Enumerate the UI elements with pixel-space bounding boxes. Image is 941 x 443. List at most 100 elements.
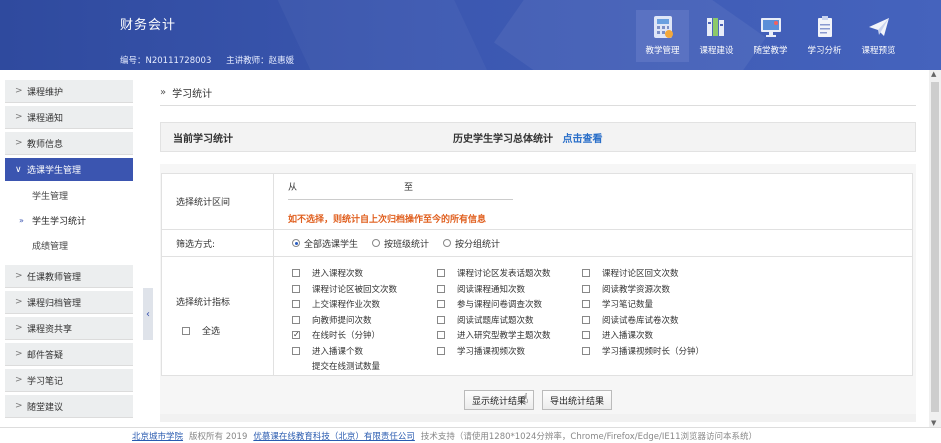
nav-course-preview[interactable]: 课程预览 <box>852 10 905 62</box>
metric-checkbox[interactable]: 课程讨论区回文次数 <box>582 267 727 279</box>
sidebar-item-course-maintenance[interactable]: > 课程维护 <box>5 80 133 103</box>
checkbox-box <box>582 315 590 324</box>
clipboard-icon <box>812 14 838 40</box>
calculator-icon <box>650 14 676 40</box>
nav-learning-analysis[interactable]: 学习分析 <box>798 10 851 62</box>
scrollbar-thumb[interactable] <box>931 82 939 412</box>
nav-teaching-management[interactable]: 教学管理 <box>636 10 689 62</box>
paper-plane-icon <box>866 14 892 40</box>
main-content: » 学习统计 当前学习统计 历史学生学习总体统计 点击查看 选择统计区间 从 至 <box>160 80 916 420</box>
sidebar-item-email-qa[interactable]: > 邮件答疑 <box>5 343 133 366</box>
metric-label: 向教师提问次数 <box>312 315 372 326</box>
metric-checkbox[interactable]: 进入研究型教学主题次数 <box>437 329 582 341</box>
nav-label: 学习分析 <box>807 46 842 56</box>
metric-checkbox[interactable]: 阅读试题库试题次数 <box>437 314 582 326</box>
sidebar-subitem-grade-manage[interactable]: 成绩管理 <box>5 233 133 258</box>
metric-checkbox[interactable]: 进入播课次数 <box>582 329 727 341</box>
scroll-up-icon[interactable]: ▲ <box>931 70 936 78</box>
stats-header-bar: 当前学习统计 历史学生学习总体统计 点击查看 <box>160 122 916 152</box>
metrics-grid: 进入课程次数 课程讨论区发表话题次数 课程讨论区回文次数 课程讨论区被回文次数 … <box>292 267 912 372</box>
chevron-right-icon: > <box>15 323 23 333</box>
sidebar-item-course-notice[interactable]: > 课程通知 <box>5 106 133 129</box>
metric-checkbox[interactable]: 进入课程次数 <box>292 267 437 279</box>
sidebar-item-teacher-info[interactable]: > 教师信息 <box>5 132 133 155</box>
history-stats: 历史学生学习总体统计 点击查看 <box>453 130 602 145</box>
sidebar-item-student-management[interactable]: ∨ 选课学生管理 <box>5 158 133 181</box>
metric-label: 课程讨论区回文次数 <box>602 269 679 279</box>
checkbox-box <box>292 346 300 355</box>
checkbox-box <box>437 284 445 293</box>
metric-label: 课程讨论区发表话题次数 <box>457 269 551 279</box>
filter-cell: 全部选课学生 按班级统计 按分组统计 <box>273 229 913 257</box>
footer-company-link[interactable]: 优慕课在线教育科技（北京）有限责任公司 <box>253 430 415 442</box>
radio-by-class[interactable]: 按班级统计 <box>372 237 429 250</box>
radio-all-students[interactable]: 全部选课学生 <box>292 237 358 250</box>
sidebar-item-class-suggestions[interactable]: > 随堂建议 <box>5 395 133 418</box>
metric-label: 学习播课视频时长（分钟） <box>602 346 705 357</box>
course-code: 编号：N20111728003 <box>120 56 212 66</box>
checkbox-box <box>582 269 590 277</box>
checkbox-box <box>292 315 300 324</box>
history-stats-link[interactable]: 点击查看 <box>562 134 602 145</box>
chevron-right-icon: > <box>15 86 23 96</box>
sidebar: > 课程维护 > 课程通知 > 教师信息 ∨ 选课学生管理 学生管理 » 学生学… <box>5 80 133 421</box>
double-chevron-icon: » <box>160 87 167 98</box>
checkbox-box <box>582 346 590 355</box>
metric-checkbox[interactable]: 向教师提问次数 <box>292 314 437 326</box>
sidebar-item-label: 课程维护 <box>27 87 64 98</box>
metric-checkbox[interactable]: ✓ 在线时长（分钟） <box>292 329 437 341</box>
to-label: 至 <box>404 183 414 193</box>
radio-dot <box>372 239 381 247</box>
metrics-label-cell: 选择统计指标 全选 <box>161 256 274 376</box>
action-buttons: 显示统计结果 导出统计结果 <box>160 390 916 410</box>
metric-label: 学习笔记数量 <box>602 300 654 310</box>
nav-classroom-teaching[interactable]: 随堂教学 <box>744 10 797 62</box>
date-range-input[interactable] <box>288 199 513 200</box>
sidebar-item-label: 教师信息 <box>27 139 64 150</box>
sidebar-subitem-student-manage[interactable]: 学生管理 <box>5 183 133 208</box>
sidebar-item-teacher-management[interactable]: > 任课教师管理 <box>5 265 133 288</box>
select-all-checkbox[interactable]: 全选 <box>176 324 273 337</box>
sidebar-subitem-learning-stats[interactable]: » 学生学习统计 <box>5 208 133 233</box>
metric-checkbox[interactable]: 参与课程问卷调查次数 <box>437 298 582 310</box>
metric-checkbox[interactable]: 学习笔记数量 <box>582 298 727 310</box>
chevron-right-icon: > <box>15 375 23 385</box>
sidebar-item-study-notes[interactable]: > 学习笔记 <box>5 369 133 392</box>
footer-school-link[interactable]: 北京城市学院 <box>132 430 183 442</box>
checkbox-box <box>437 300 445 308</box>
metric-checkbox[interactable]: 阅读教学资源次数 <box>582 283 727 295</box>
filter-label: 筛选方式: <box>161 229 274 257</box>
course-title: 财务会计 <box>120 18 177 33</box>
footer-rights: 版权所有 2019 <box>189 431 248 442</box>
breadcrumb: » 学习统计 <box>160 80 916 106</box>
metric-checkbox[interactable]: 学习播课视频时长（分钟） <box>582 345 727 357</box>
chevron-right-icon: > <box>15 297 23 307</box>
metric-checkbox[interactable]: 阅读试卷库试卷次数 <box>582 314 727 326</box>
metric-checkbox[interactable]: 进入播课个数 <box>292 345 437 357</box>
select-all-label: 全选 <box>202 327 221 337</box>
radio-label: 按分组统计 <box>455 239 501 250</box>
vertical-scrollbar[interactable]: ▲ ▼ <box>929 70 941 427</box>
metric-checkbox[interactable]: 提交在线测试数量 <box>292 360 437 372</box>
sidebar-item-archive-management[interactable]: > 课程归档管理 <box>5 291 133 314</box>
nav-label: 随堂教学 <box>753 46 788 56</box>
metric-checkbox[interactable]: 课程讨论区发表话题次数 <box>437 267 582 279</box>
radio-by-group[interactable]: 按分组统计 <box>443 237 500 250</box>
metric-checkbox[interactable]: 上交课程作业次数 <box>292 298 437 310</box>
metric-checkbox[interactable]: 阅读课程通知次数 <box>437 283 582 295</box>
sidebar-item-resource-sharing[interactable]: > 课程资共享 <box>5 317 133 340</box>
radio-dot <box>292 239 300 247</box>
sidebar-subitem-label: 成绩管理 <box>32 242 69 252</box>
metric-checkbox[interactable]: 学习播课视频次数 <box>437 345 582 357</box>
scroll-down-icon[interactable]: ▼ <box>931 419 936 427</box>
export-results-button[interactable]: 导出统计结果 <box>542 390 613 410</box>
breadcrumb-title: 学习统计 <box>172 89 213 100</box>
metric-checkbox[interactable]: 课程讨论区被回文次数 <box>292 283 437 295</box>
metric-label: 阅读试题库试题次数 <box>457 315 534 326</box>
metric-label: 阅读课程通知次数 <box>457 284 526 295</box>
checkbox-box <box>292 300 300 308</box>
sidebar-collapse-button[interactable]: ‹ <box>143 288 153 340</box>
nav-course-building[interactable]: 课程建设 <box>690 10 743 62</box>
range-label: 选择统计区间 <box>161 173 274 230</box>
metric-label: 上交课程作业次数 <box>312 300 381 310</box>
